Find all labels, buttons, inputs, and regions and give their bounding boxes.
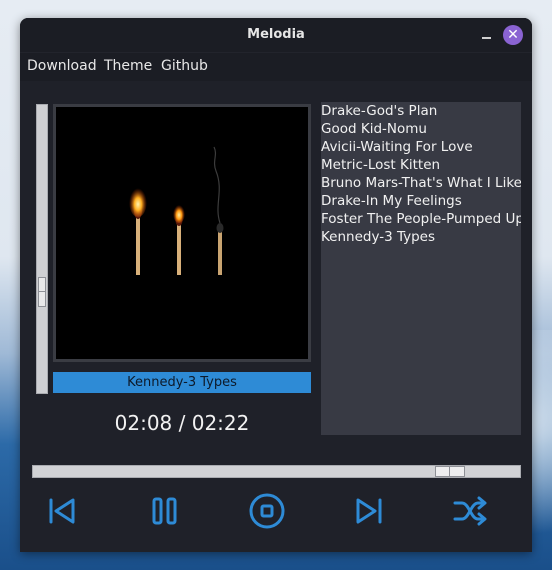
next-button[interactable] xyxy=(350,492,388,530)
next-icon xyxy=(356,498,382,524)
shuffle-icon xyxy=(453,496,487,526)
previous-button[interactable] xyxy=(43,492,81,530)
album-art-image xyxy=(56,107,308,359)
pause-button[interactable] xyxy=(146,492,184,530)
title-bar[interactable]: Melodia ✕ xyxy=(20,18,532,52)
seek-slider[interactable] xyxy=(32,465,521,478)
playlist-item[interactable]: Foster The People-Pumped Up xyxy=(321,210,521,228)
volume-slider[interactable] xyxy=(36,104,48,394)
menu-theme[interactable]: Theme xyxy=(104,58,152,74)
playlist[interactable]: Drake-God's Plan Good Kid-Nomu Avicii-Wa… xyxy=(321,102,521,435)
app-window: Melodia ✕ Download Theme Github Kennedy-… xyxy=(20,18,532,552)
playlist-item[interactable]: Good Kid-Nomu xyxy=(321,120,521,138)
close-button[interactable]: ✕ xyxy=(503,25,523,45)
playlist-item[interactable]: Drake-In My Feelings xyxy=(321,192,521,210)
previous-icon xyxy=(49,498,75,524)
seek-slider-handle[interactable] xyxy=(435,466,465,477)
stop-button[interactable] xyxy=(248,492,286,530)
window-title: Melodia xyxy=(247,27,305,42)
pause-icon xyxy=(152,497,177,525)
shuffle-button[interactable] xyxy=(451,492,489,530)
stop-icon xyxy=(249,493,285,529)
menu-github[interactable]: Github xyxy=(161,58,208,74)
volume-slider-handle[interactable] xyxy=(38,277,46,307)
playlist-item[interactable]: Bruno Mars-That's What I Like xyxy=(321,174,521,192)
now-playing-label: Kennedy-3 Types xyxy=(53,372,311,393)
playlist-item[interactable]: Metric-Lost Kitten xyxy=(321,156,521,174)
playlist-item[interactable]: Kennedy-3 Types xyxy=(321,228,521,246)
menu-bar: Download Theme Github xyxy=(20,52,532,81)
playback-controls xyxy=(20,488,532,534)
album-art xyxy=(53,104,311,362)
playlist-item[interactable]: Drake-God's Plan xyxy=(321,102,521,120)
close-icon: ✕ xyxy=(507,27,519,43)
minimize-button[interactable] xyxy=(478,26,496,44)
time-display: 02:08 / 02:22 xyxy=(114,411,250,435)
menu-download[interactable]: Download xyxy=(27,58,97,74)
playlist-item[interactable]: Avicii-Waiting For Love xyxy=(321,138,521,156)
